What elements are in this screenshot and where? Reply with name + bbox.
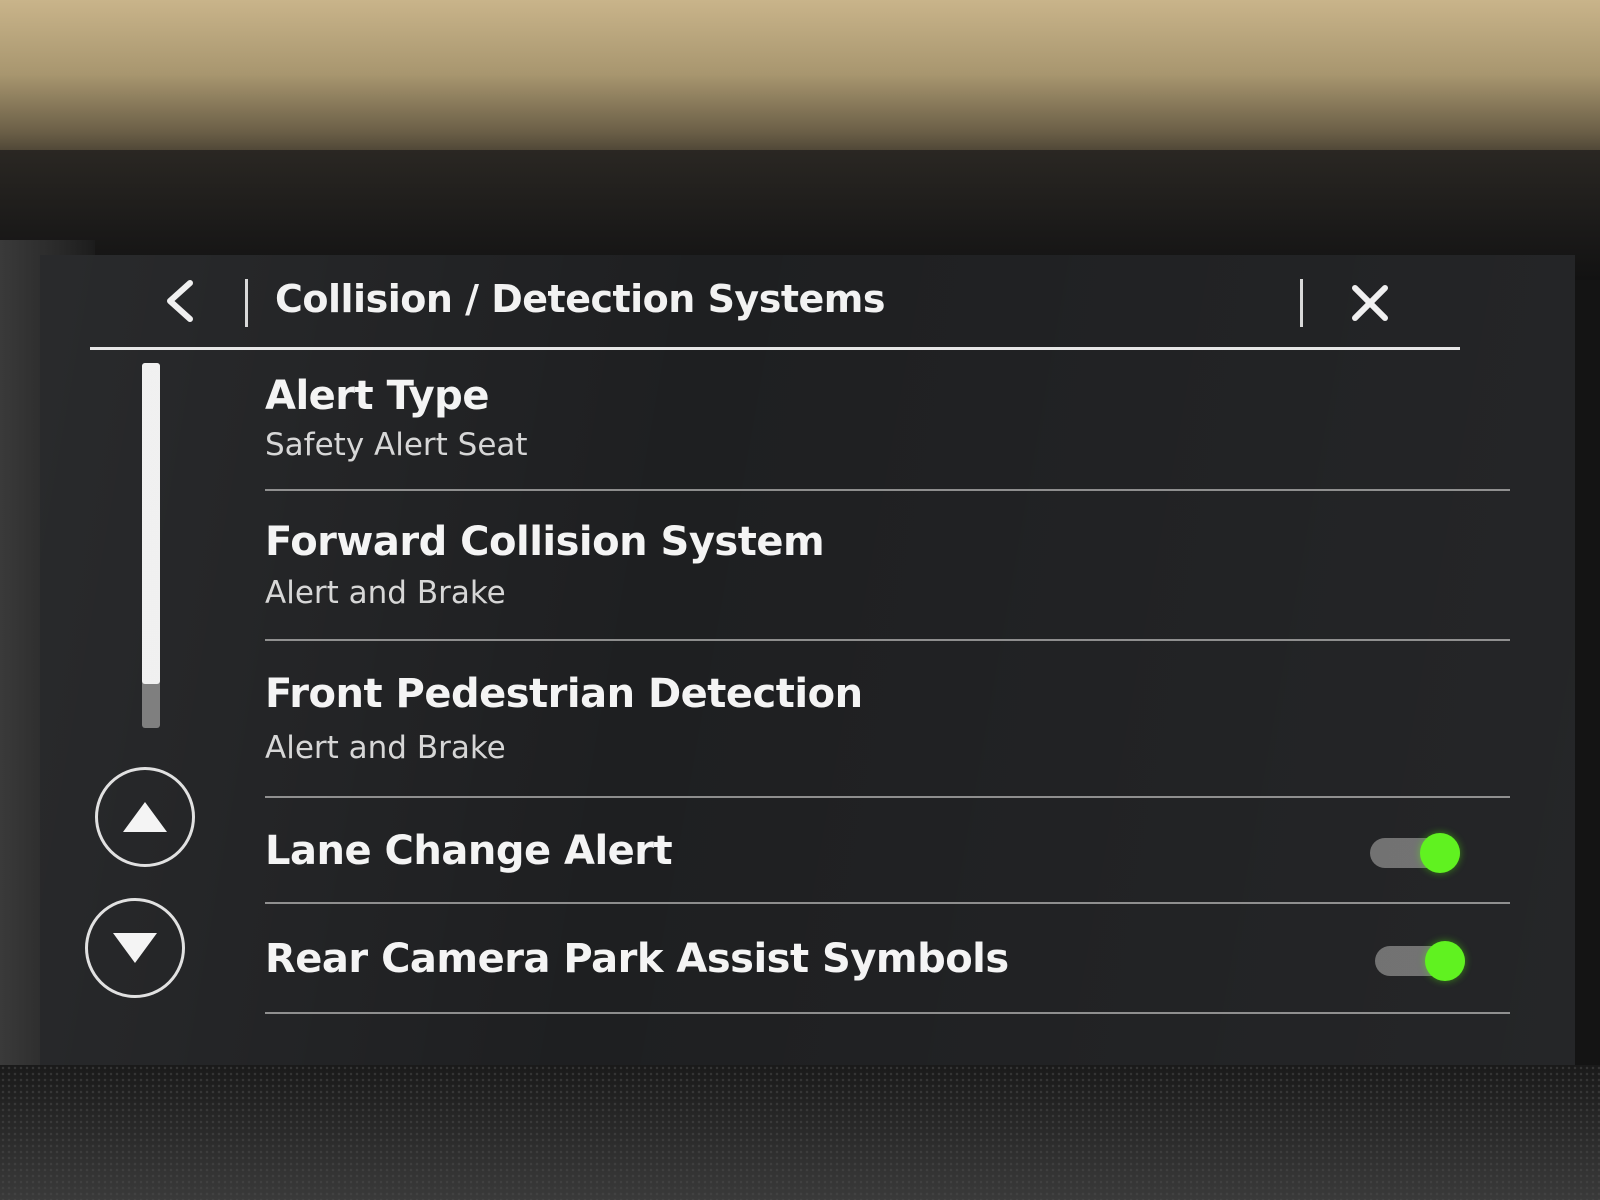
item-divider bbox=[265, 902, 1510, 904]
list-item-front-pedestrian-detection[interactable]: Front Pedestrian Detection Alert and Bra… bbox=[265, 645, 1510, 800]
rear-camera-park-assist-toggle[interactable] bbox=[1375, 941, 1475, 981]
header-divider-right bbox=[1300, 279, 1303, 327]
list-item-rear-camera-park-assist-symbols[interactable]: Rear Camera Park Assist Symbols bbox=[265, 906, 1510, 1016]
page-title: Collision / Detection Systems bbox=[275, 277, 885, 321]
dashboard-trim-bottom bbox=[0, 1065, 1600, 1200]
lane-change-alert-toggle[interactable] bbox=[1370, 833, 1470, 873]
back-button[interactable] bbox=[150, 271, 210, 331]
chevron-left-icon bbox=[167, 280, 193, 322]
scrollbar[interactable] bbox=[142, 363, 160, 728]
item-title: Rear Camera Park Assist Symbols bbox=[265, 936, 1009, 982]
item-title: Front Pedestrian Detection bbox=[265, 671, 863, 717]
toggle-knob bbox=[1420, 833, 1460, 873]
close-icon bbox=[1352, 285, 1388, 321]
close-button[interactable] bbox=[1340, 273, 1400, 333]
trim-texture bbox=[0, 1065, 1600, 1200]
item-title: Alert Type bbox=[265, 373, 489, 419]
header-divider-line bbox=[90, 347, 1460, 350]
dashboard-trim-top bbox=[0, 0, 1600, 165]
item-divider bbox=[265, 639, 1510, 641]
scrollbar-thumb[interactable] bbox=[142, 363, 160, 685]
header-bar: Collision / Detection Systems bbox=[90, 255, 1505, 347]
item-divider bbox=[265, 1012, 1510, 1014]
item-value: Safety Alert Seat bbox=[265, 427, 528, 463]
item-title: Forward Collision System bbox=[265, 519, 825, 565]
triangle-up-icon bbox=[123, 802, 167, 832]
item-divider bbox=[265, 489, 1510, 491]
infotainment-screen: Collision / Detection Systems Alert Type… bbox=[40, 255, 1575, 1065]
page-down-button[interactable] bbox=[85, 898, 185, 998]
item-value: Alert and Brake bbox=[265, 730, 506, 766]
list-item-forward-collision-system[interactable]: Forward Collision System Alert and Brake bbox=[265, 495, 1510, 645]
page-up-button[interactable] bbox=[95, 767, 195, 867]
list-item-lane-change-alert[interactable]: Lane Change Alert bbox=[265, 800, 1510, 906]
item-value: Alert and Brake bbox=[265, 575, 506, 611]
item-title: Lane Change Alert bbox=[265, 828, 673, 874]
list-item-alert-type[interactable]: Alert Type Safety Alert Seat bbox=[265, 355, 1510, 495]
toggle-knob bbox=[1425, 941, 1465, 981]
item-divider bbox=[265, 796, 1510, 798]
header-divider-left bbox=[245, 279, 248, 327]
triangle-down-icon bbox=[113, 933, 157, 963]
